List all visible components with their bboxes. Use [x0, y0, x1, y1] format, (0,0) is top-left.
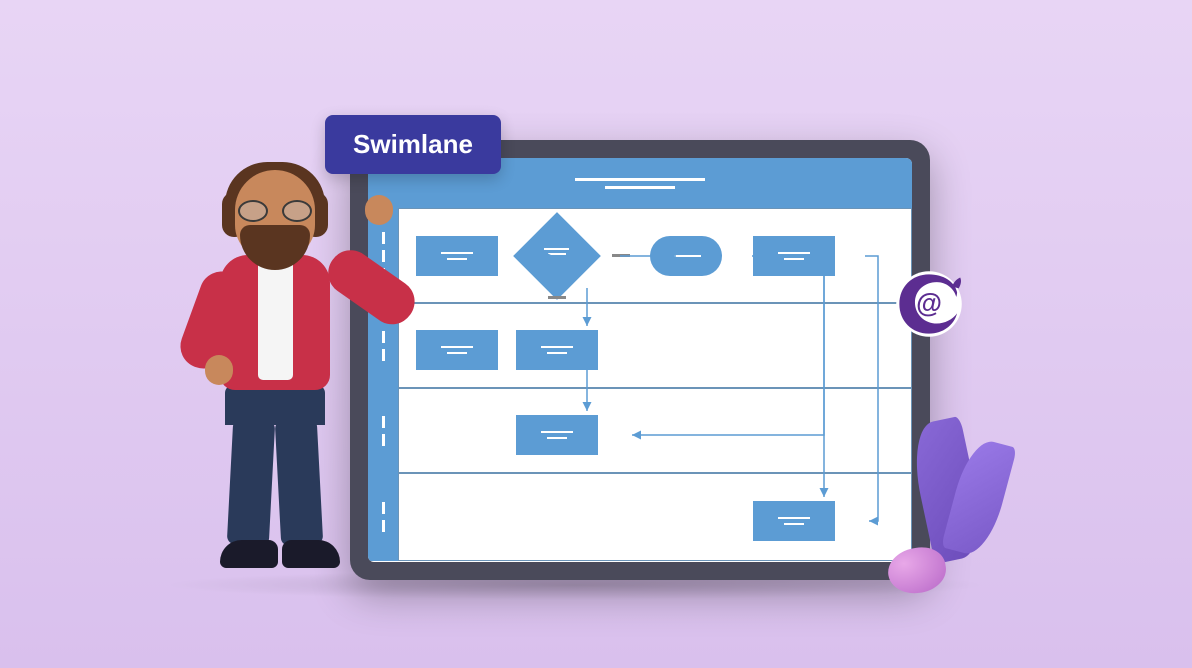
tablet-screen [368, 158, 912, 562]
character-leg [275, 419, 323, 546]
presenter-character [170, 170, 380, 590]
swimlane-lanes-container [368, 208, 912, 562]
flowchart-process-node [516, 330, 598, 370]
lane-3 [398, 388, 912, 473]
character-pants [225, 385, 325, 425]
character-hand [365, 195, 393, 225]
svg-text:@: @ [916, 288, 942, 318]
tablet-device [350, 140, 930, 580]
character-hand [205, 355, 233, 385]
flowchart-terminator-node [650, 236, 722, 276]
flowchart-process-node [753, 501, 835, 541]
connector-label [548, 296, 566, 299]
flowchart-process-node [416, 236, 498, 276]
blazor-logo-icon: @ [890, 265, 968, 343]
connector-label [612, 254, 630, 257]
character-shoe [282, 540, 340, 568]
flowchart-process-node [516, 415, 598, 455]
glasses-icon [238, 200, 312, 222]
flowchart-process-node [753, 236, 835, 276]
flowchart-process-node [416, 330, 498, 370]
character-leg [227, 419, 275, 546]
decision-text [544, 248, 569, 255]
title-badge: Swimlane [325, 115, 501, 174]
character-shoe [220, 540, 278, 568]
